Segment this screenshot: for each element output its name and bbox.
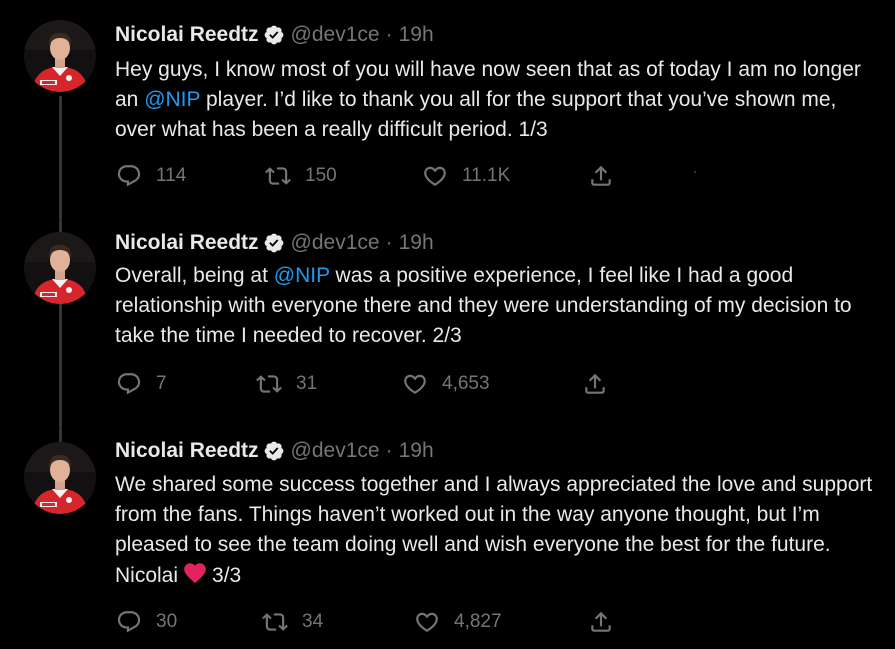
avatar-icon[interactable] — [24, 442, 96, 514]
verified-badge-icon — [263, 440, 285, 462]
separator-dot: · — [385, 23, 393, 46]
like-count: 11.1K — [462, 165, 511, 186]
tweet-actions: 114 150 11.1K — [116, 161, 616, 191]
retweet-count: 34 — [302, 611, 324, 632]
separator-dot: · — [385, 231, 393, 254]
author-handle[interactable]: @dev1ce — [291, 439, 380, 463]
author-handle[interactable]: @dev1ce — [291, 23, 380, 47]
heart-icon — [402, 371, 428, 397]
tweet-actions: 7 31 4,653 — [116, 369, 616, 399]
reply-count: 7 — [156, 373, 167, 394]
retweet-icon — [256, 371, 282, 397]
verified-badge-icon — [263, 24, 285, 46]
tweet-header: Nicolai Reedtz @dev1ce · 19h — [115, 228, 434, 258]
avatar-icon[interactable] — [24, 20, 96, 92]
share-icon — [588, 609, 614, 635]
like-button[interactable]: 11.1K — [422, 161, 510, 191]
reply-button[interactable]: 7 — [116, 369, 167, 399]
avatar-icon[interactable] — [24, 232, 96, 304]
tweet[interactable]: Nicolai Reedtz @dev1ce · 19h Overall, be… — [0, 220, 895, 428]
tweet-timestamp[interactable]: 19h — [399, 231, 434, 255]
share-button[interactable] — [582, 369, 608, 399]
reply-button[interactable]: 30 — [116, 607, 177, 637]
tweet-timestamp[interactable]: 19h — [399, 439, 434, 463]
tweet-thread: Nicolai Reedtz @dev1ce · 19h Hey guys, I… — [0, 0, 895, 649]
share-button[interactable] — [588, 607, 614, 637]
tweet-actions: 30 34 4,827 — [116, 607, 616, 637]
retweet-count: 150 — [305, 165, 337, 186]
mention-link[interactable]: @NIP — [144, 88, 200, 111]
reply-icon — [116, 371, 142, 397]
tweet-text-part: 3/3 — [212, 564, 242, 587]
retweet-icon — [265, 163, 291, 189]
tweet-text: We shared some success together and I al… — [115, 470, 875, 595]
tweet[interactable]: Nicolai Reedtz @dev1ce · 19h We shared s… — [0, 428, 895, 649]
retweet-button[interactable]: 31 — [256, 369, 317, 399]
author-handle[interactable]: @dev1ce — [291, 231, 380, 255]
retweet-icon — [262, 609, 288, 635]
tweet-text: Overall, being at @NIP was a positive ex… — [115, 261, 875, 351]
author-name[interactable]: Nicolai Reedtz — [115, 23, 259, 47]
verified-badge-icon — [263, 232, 285, 254]
retweet-button[interactable]: 150 — [265, 161, 337, 191]
heart-icon — [422, 163, 448, 189]
like-button[interactable]: 4,827 — [414, 607, 502, 637]
reply-button[interactable]: 114 — [116, 161, 186, 191]
author-name[interactable]: Nicolai Reedtz — [115, 439, 259, 463]
reply-icon — [116, 609, 142, 635]
share-icon — [582, 371, 608, 397]
reply-count: 114 — [156, 165, 187, 186]
retweet-count: 31 — [296, 373, 318, 394]
red-heart-emoji — [182, 560, 208, 595]
tweet-text: Hey guys, I know most of you will have n… — [115, 55, 875, 145]
author-name[interactable]: Nicolai Reedtz — [115, 231, 259, 255]
tweet[interactable]: Nicolai Reedtz @dev1ce · 19h Hey guys, I… — [0, 0, 895, 220]
divider-speck — [694, 171, 696, 173]
tweet-text-part: player. I’d like to thank you all for th… — [115, 88, 837, 141]
reply-icon — [116, 163, 142, 189]
like-count: 4,827 — [454, 611, 502, 632]
like-count: 4,653 — [442, 373, 490, 394]
tweet-header: Nicolai Reedtz @dev1ce · 19h — [115, 436, 434, 466]
heart-icon — [414, 609, 440, 635]
like-button[interactable]: 4,653 — [402, 369, 490, 399]
tweet-header: Nicolai Reedtz @dev1ce · 19h — [115, 20, 434, 50]
share-icon — [588, 163, 614, 189]
reply-count: 30 — [156, 611, 178, 632]
mention-link[interactable]: @NIP — [274, 264, 330, 287]
tweet-timestamp[interactable]: 19h — [399, 23, 434, 47]
tweet-text-part: Overall, being at — [115, 264, 274, 287]
separator-dot: · — [385, 439, 393, 462]
share-button[interactable] — [588, 161, 614, 191]
retweet-button[interactable]: 34 — [262, 607, 323, 637]
